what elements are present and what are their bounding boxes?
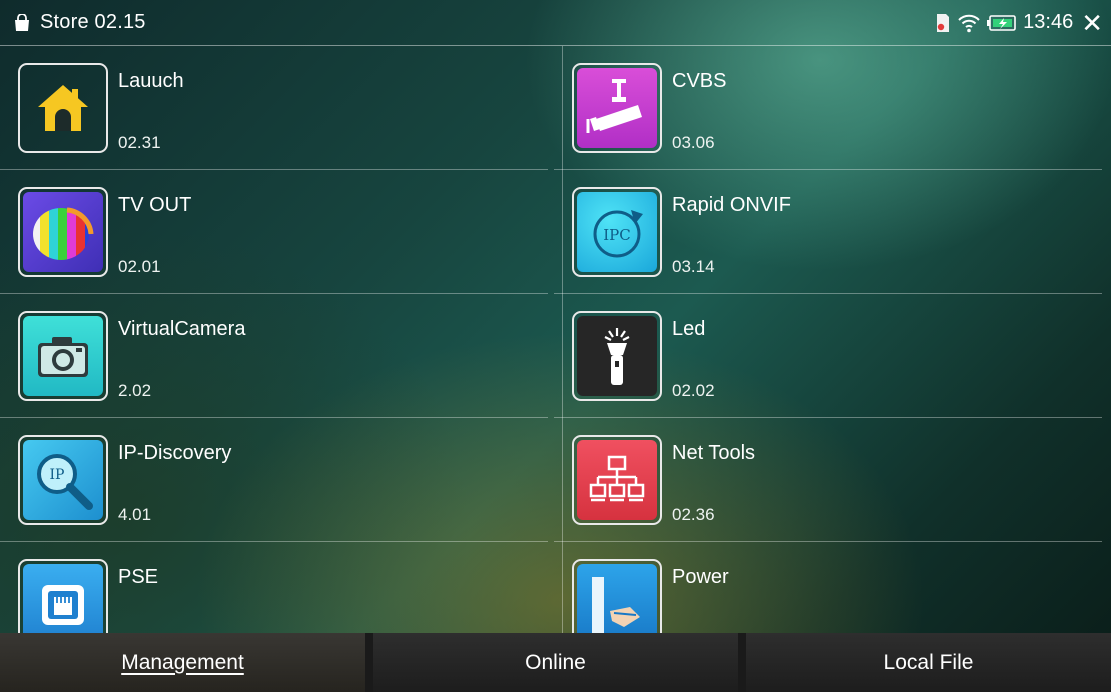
app-name: Power <box>672 566 729 588</box>
app-item-lauuch[interactable]: Lauuch 02.31 <box>0 46 548 170</box>
ipc-label: IPC <box>603 226 631 244</box>
app-version: 4.01 <box>118 505 152 524</box>
flashlight-icon <box>577 316 657 396</box>
app-name: Rapid ONVIF <box>672 194 791 216</box>
home-icon <box>23 68 103 148</box>
app-item-ip-discovery[interactable]: IP IP-Discovery 4.01 <box>0 418 548 542</box>
app-item-power[interactable]: Power <box>554 542 1102 633</box>
app-version: 02.02 <box>672 381 715 400</box>
app-tile[interactable] <box>18 311 108 401</box>
app-name: CVBS <box>672 70 727 92</box>
app-name: VirtualCamera <box>118 318 246 340</box>
app-tile[interactable]: IPC <box>572 187 662 277</box>
app-item-rapid-onvif[interactable]: IPC Rapid ONVIF 03.14 <box>554 170 1102 294</box>
app-grid: Lauuch 02.31 CVBS 03.06 TV OUT 02.01 IPC… <box>0 46 1111 633</box>
color-bars-icon <box>23 192 103 272</box>
app-tile[interactable] <box>18 187 108 277</box>
app-name: Led <box>672 318 706 340</box>
tab-label: Local File <box>883 650 974 674</box>
cctv-camera-icon <box>577 68 657 148</box>
sd-card-icon <box>937 13 950 32</box>
app-item-pse[interactable]: PSE <box>0 542 548 633</box>
tab-label: Online <box>525 650 586 674</box>
ethernet-port-icon <box>23 564 103 633</box>
tab-label: Management <box>121 650 244 674</box>
app-version: 2.02 <box>118 381 152 400</box>
app-version: 02.01 <box>118 257 161 276</box>
tab-online[interactable]: Online <box>373 633 738 692</box>
app-name: TV OUT <box>118 194 192 216</box>
app-name: IP-Discovery <box>118 442 232 464</box>
app-tile[interactable] <box>572 559 662 633</box>
power-plug-icon <box>577 564 657 633</box>
shopping-bag-icon <box>15 13 29 31</box>
app-tile[interactable] <box>572 63 662 153</box>
app-item-led[interactable]: Led 02.02 <box>554 294 1102 418</box>
wifi-icon <box>958 14 980 32</box>
app-name: Net Tools <box>672 442 756 464</box>
ip-label: IP <box>50 467 65 483</box>
app-tile[interactable] <box>572 311 662 401</box>
app-item-virtualcamera[interactable]: VirtualCamera 2.02 <box>0 294 548 418</box>
app-tile[interactable]: IP <box>18 435 108 525</box>
ipc-refresh-icon: IPC <box>577 192 657 272</box>
battery-charging-icon <box>987 14 1016 31</box>
app-title: Store 02.15 <box>40 11 146 33</box>
app-name: Lauuch <box>118 70 184 92</box>
app-tile[interactable] <box>18 63 108 153</box>
bottom-tab-bar: Management Online Local File <box>0 633 1111 692</box>
app-item-net-tools[interactable]: Net Tools 02.36 <box>554 418 1102 542</box>
status-bar: Store 02.15 13:46 ✕ <box>0 0 1111 46</box>
tab-local-file[interactable]: Local File <box>746 633 1111 692</box>
app-version: 03.06 <box>672 133 715 152</box>
app-name: PSE <box>118 566 159 588</box>
app-tile[interactable] <box>18 559 108 633</box>
app-item-cvbs[interactable]: CVBS 03.06 <box>554 46 1102 170</box>
network-tree-icon <box>577 440 657 520</box>
photo-camera-icon <box>23 316 103 396</box>
ip-magnifier-icon: IP <box>23 440 103 520</box>
app-version: 03.14 <box>672 257 715 276</box>
clock: 13:46 <box>1023 11 1074 33</box>
close-icon[interactable]: ✕ <box>1081 10 1103 36</box>
tab-management[interactable]: Management <box>0 633 365 692</box>
app-version: 02.36 <box>672 505 715 524</box>
app-version: 02.31 <box>118 133 161 152</box>
app-item-tv-out[interactable]: TV OUT 02.01 <box>0 170 548 294</box>
status-title-group: Store 02.15 <box>12 11 146 34</box>
app-tile[interactable] <box>572 435 662 525</box>
status-indicators: 13:46 ✕ <box>935 10 1103 36</box>
